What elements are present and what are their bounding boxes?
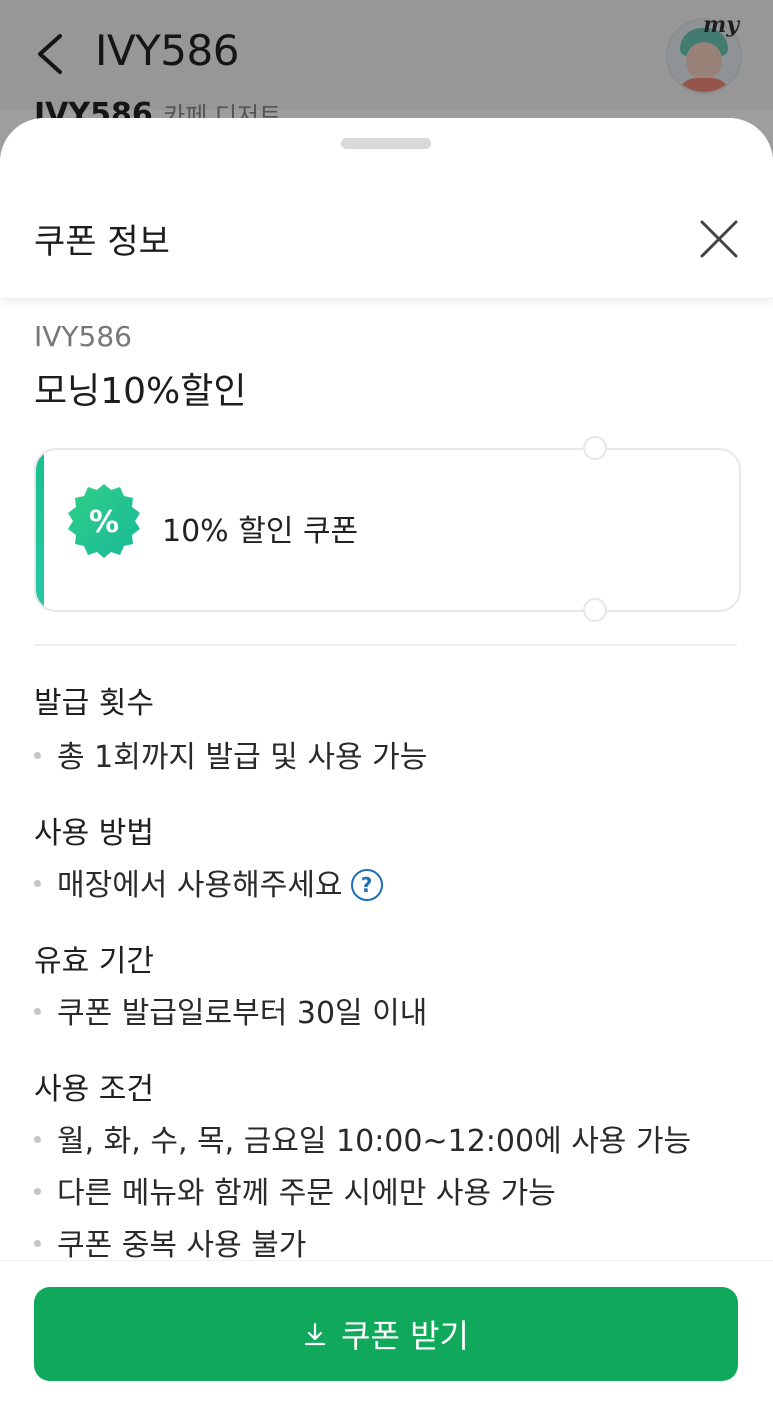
bullet-dot: [34, 880, 41, 887]
coupon-info-sheet: 쿠폰 정보 IVY586 모닝10%할인 % 10% 할인 쿠폰 발급 횟수 총…: [0, 118, 773, 1405]
coupon-notch-top: [583, 436, 607, 460]
get-coupon-button[interactable]: 쿠폰 받기: [34, 1287, 738, 1381]
coupon-accent-bar: [36, 450, 44, 610]
list-item: 월, 화, 수, 목, 금요일 10:00~12:00에 사용 가능: [34, 1116, 691, 1160]
help-icon[interactable]: ?: [350, 868, 383, 901]
section-title-usage-method: 사용 방법: [34, 816, 154, 851]
badge-symbol: %: [89, 505, 119, 540]
section-title-validity: 유효 기간: [34, 944, 154, 979]
coupon-label: 10% 할인 쿠폰: [162, 514, 359, 549]
sheet-header: 쿠폰 정보: [0, 118, 773, 299]
sheet-footer: 쿠폰 받기: [0, 1260, 773, 1405]
section-title-conditions: 사용 조건: [34, 1072, 154, 1107]
bullet-dot: [34, 1188, 41, 1195]
list-item: 쿠폰 발급일로부터 30일 이내: [34, 988, 427, 1032]
list-item-text: 쿠폰 발급일로부터 30일 이내: [57, 996, 428, 1031]
list-item: 쿠폰 중복 사용 불가: [34, 1220, 306, 1264]
list-item: 총 1회까지 발급 및 사용 가능: [34, 732, 427, 776]
section-title-issue-count: 발급 횟수: [34, 686, 154, 721]
sheet-title: 쿠폰 정보: [34, 222, 170, 262]
bullet-dot: [34, 1136, 41, 1143]
list-item-text: 쿠폰 중복 사용 불가: [57, 1228, 307, 1263]
get-coupon-label: 쿠폰 받기: [341, 1317, 469, 1355]
list-item-text: 총 1회까지 발급 및 사용 가능: [57, 740, 428, 775]
download-icon: [304, 1322, 326, 1346]
list-item-text: 매장에서 사용해주세요: [57, 868, 343, 903]
coupon-notch-bottom: [583, 598, 607, 622]
bullet-dot: [34, 1008, 41, 1015]
list-item-text: 다른 메뉴와 함께 주문 시에만 사용 가능: [57, 1176, 556, 1211]
store-name: IVY586: [34, 320, 132, 353]
divider: [34, 644, 737, 646]
list-item: 다른 메뉴와 함께 주문 시에만 사용 가능: [34, 1168, 556, 1212]
list-item-text: 월, 화, 수, 목, 금요일 10:00~12:00에 사용 가능: [57, 1124, 692, 1159]
close-icon[interactable]: [694, 214, 744, 264]
list-item: 매장에서 사용해주세요?: [34, 860, 383, 905]
bullet-dot: [34, 752, 41, 759]
percent-badge-icon: %: [68, 484, 140, 558]
coupon-name: 모닝10%할인: [34, 371, 247, 412]
sheet-drag-handle[interactable]: [341, 138, 431, 149]
bullet-dot: [34, 1240, 41, 1247]
